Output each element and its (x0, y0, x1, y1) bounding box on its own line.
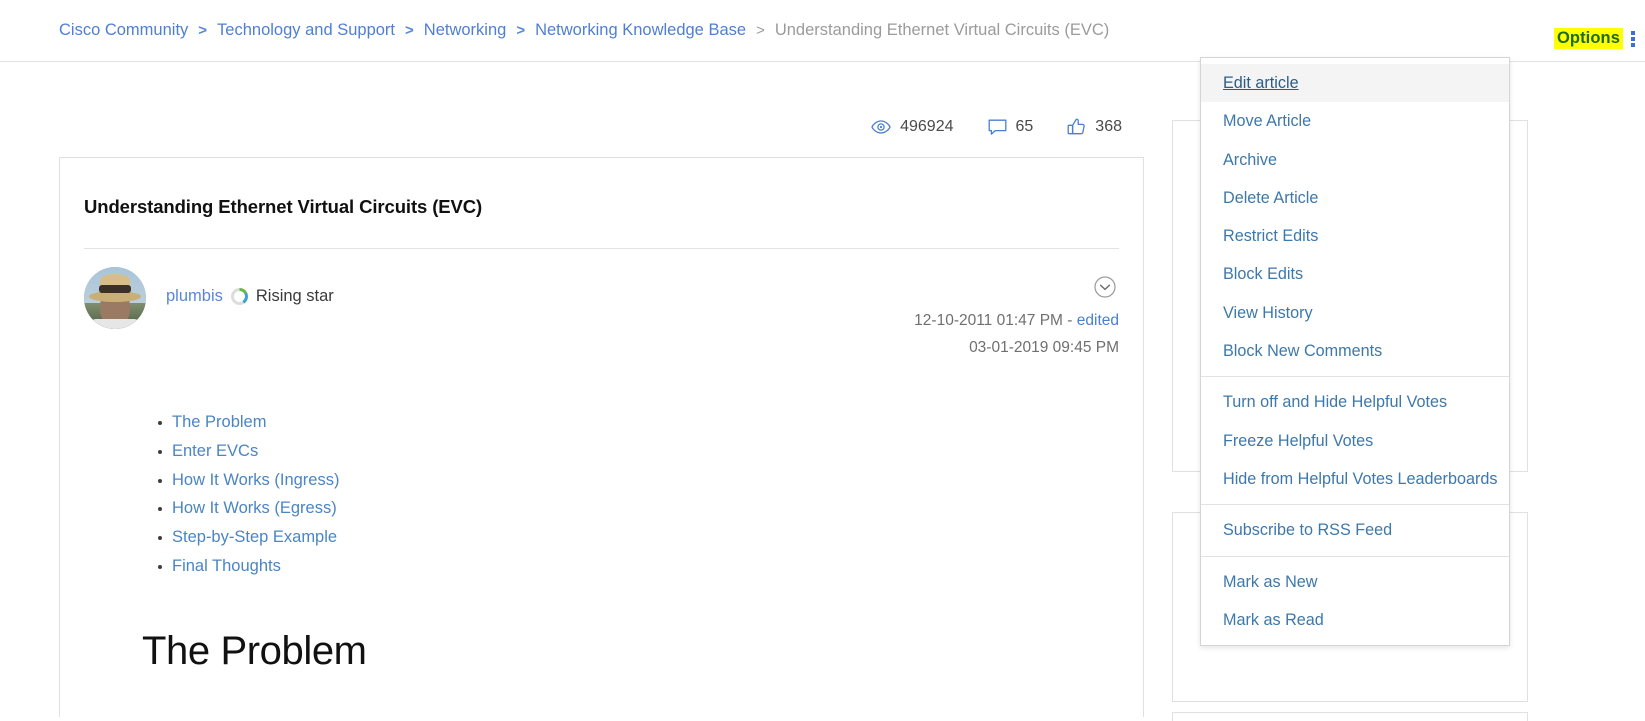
menu-item-archive[interactable]: Archive (1201, 141, 1509, 179)
breadcrumb-separator: > (405, 22, 414, 39)
author-name-link[interactable]: plumbis (166, 287, 223, 306)
avatar[interactable] (84, 267, 146, 329)
menu-item-block-new-comments[interactable]: Block New Comments (1201, 332, 1509, 370)
timestamps: 12-10-2011 01:47 PM - edited 03-01-2019 … (914, 307, 1119, 361)
posted-date: 12-10-2011 01:47 PM (914, 312, 1063, 329)
menu-item-restrict-edits[interactable]: Restrict Edits (1201, 217, 1509, 255)
breadcrumb-item-4: Understanding Ethernet Virtual Circuits … (774, 21, 1110, 39)
toc-link-enter-evcs[interactable]: Enter EVCs (172, 442, 258, 460)
eye-icon (871, 120, 891, 134)
author-rank-label: Rising star (255, 287, 334, 305)
breadcrumb-bar: Cisco Community > Technology and Support > N… (0, 0, 1645, 62)
thumbs-up-icon (1067, 118, 1086, 136)
menu-item-turn-off-and-hide-helpful-votes[interactable]: Turn off and Hide Helpful Votes (1201, 383, 1509, 421)
breadcrumb: Cisco Community > Technology and Support > N… (59, 21, 1109, 40)
title-divider (84, 248, 1119, 249)
rank-badge-icon (230, 288, 248, 305)
posted-date-line: 12-10-2011 01:47 PM - edited (914, 307, 1119, 334)
helpful-votes-count: 368 (1095, 118, 1122, 135)
article-stats: 496924 65 368 (0, 118, 1160, 136)
menu-item-move-article[interactable]: Move Article (1201, 102, 1509, 140)
options-menu-trigger[interactable]: Options (1553, 28, 1637, 49)
menu-group-0: Edit article Move Article Archive Delete Ar… (1201, 58, 1509, 376)
breadcrumb-separator: > (756, 22, 765, 39)
comment-icon (988, 119, 1007, 136)
chevron-down-circle-icon[interactable] (1093, 275, 1117, 299)
breadcrumb-item-0[interactable]: Cisco Community (59, 21, 188, 40)
stat-views: 496924 (871, 118, 954, 136)
list-item: The Problem (158, 413, 1143, 433)
breadcrumb-item-2[interactable]: Networking (424, 21, 507, 40)
toc-link-how-it-works-ingress[interactable]: How It Works (Ingress) (172, 471, 339, 489)
breadcrumb-separator: > (198, 22, 208, 39)
list-item: Step-by-Step Example (158, 528, 1143, 548)
kebab-vertical-icon[interactable] (1629, 30, 1637, 48)
menu-item-view-history[interactable]: View History (1201, 294, 1509, 332)
menu-item-mark-as-read[interactable]: Mark as Read (1201, 601, 1509, 639)
toc-link-final-thoughts[interactable]: Final Thoughts (172, 557, 281, 575)
list-item: How It Works (Egress) (158, 499, 1143, 519)
menu-item-block-edits[interactable]: Block Edits (1201, 255, 1509, 293)
views-count: 496924 (900, 118, 954, 135)
breadcrumb-separator: > (516, 22, 526, 39)
menu-group-1: Turn off and Hide Helpful Votes Freeze He… (1201, 376, 1509, 504)
list-item: Enter EVCs (158, 442, 1143, 462)
comments-count: 65 (1015, 118, 1034, 135)
author-meta: plumbis Rising star (166, 267, 1119, 306)
menu-item-delete-article[interactable]: Delete Article (1201, 179, 1509, 217)
menu-item-subscribe-to-rss-feed[interactable]: Subscribe to RSS Feed (1201, 511, 1509, 549)
edited-separator: - (1067, 312, 1073, 329)
list-item: How It Works (Ingress) (158, 471, 1143, 491)
article-card: Understanding Ethernet Virtual Circuits … (59, 157, 1144, 717)
menu-item-freeze-helpful-votes[interactable]: Freeze Helpful Votes (1201, 422, 1509, 460)
menu-item-hide-from-helpful-votes-leaderboards[interactable]: Hide from Helpful Votes Leaderboards (1201, 460, 1509, 498)
table-of-contents: The Problem Enter EVCs How It Works (Ing… (60, 413, 1143, 577)
options-button[interactable]: Options (1553, 28, 1623, 49)
page-title: Understanding Ethernet Virtual Circuits … (84, 196, 483, 217)
edited-date: 03-01-2019 09:45 PM (969, 339, 1119, 357)
page-root: Cisco Community > Technology and Support > N… (0, 0, 1645, 721)
menu-group-3: Mark as New Mark as Read (1201, 555, 1509, 646)
menu-item-edit-article[interactable]: Edit article (1201, 64, 1509, 103)
edited-link[interactable]: edited (1077, 312, 1119, 329)
breadcrumb-item-1[interactable]: Technology and Support (217, 21, 395, 40)
breadcrumb-item-3[interactable]: Networking Knowledge Base (535, 21, 746, 40)
options-dropdown-menu: Edit article Move Article Archive Delete Ar… (1200, 57, 1510, 647)
toc-link-how-it-works-egress[interactable]: How It Works (Egress) (172, 499, 337, 517)
menu-group-2: Subscribe to RSS Feed (1201, 504, 1509, 555)
background-card (1172, 712, 1528, 721)
toc-link-the-problem[interactable]: The Problem (172, 413, 266, 431)
section-heading: The Problem (142, 628, 367, 673)
stat-helpful-votes: 368 (1067, 118, 1122, 136)
stat-comments: 65 (988, 118, 1034, 136)
author-block: plumbis Rising star 12-10-2011 01:47 PM … (84, 267, 1119, 356)
toc-link-step-by-step-example[interactable]: Step-by-Step Example (172, 528, 337, 546)
list-item: Final Thoughts (158, 557, 1143, 577)
menu-item-mark-as-new[interactable]: Mark as New (1201, 563, 1509, 601)
